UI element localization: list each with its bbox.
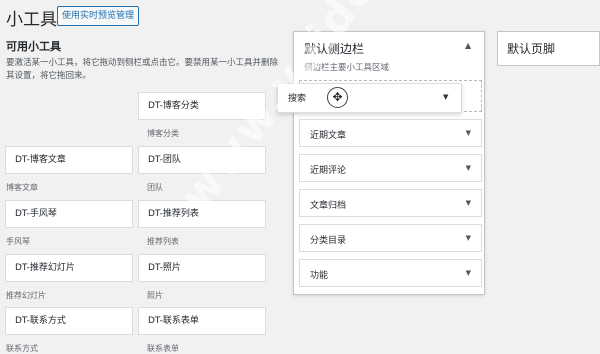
widget-desc: 博客分类: [147, 129, 179, 138]
widget-desc: 联系方式: [6, 344, 38, 353]
move-cursor-icon: ✥: [327, 87, 348, 108]
widget-desc: 推荐幻灯片: [6, 291, 46, 300]
sidebar-widget-label: 功能: [310, 271, 329, 281]
dragging-widget-label: 搜索: [288, 94, 307, 104]
triangle-down-icon[interactable]: ▼: [466, 234, 471, 242]
widget-dt-blog-category[interactable]: DT-博客分类: [138, 92, 266, 120]
widget-dt-recommend-slides[interactable]: DT-推荐幻灯片: [5, 254, 133, 282]
widget-desc: 博客文章: [6, 183, 38, 192]
widget-desc: 推荐列表: [147, 237, 179, 246]
widget-desc: 团队: [147, 183, 163, 192]
widget-dt-contact-info[interactable]: DT-联系方式: [5, 307, 133, 335]
available-widgets-title: 可用小工具: [6, 40, 61, 53]
widget-dt-recommend-list[interactable]: DT-推荐列表: [138, 200, 266, 228]
triangle-down-icon[interactable]: ▼: [466, 129, 471, 137]
sidebar-widget-categories[interactable]: 分类目录 ▼: [299, 224, 482, 252]
triangle-down-icon[interactable]: ▼: [466, 164, 471, 172]
sidebar-widget-label: 分类目录: [310, 236, 347, 246]
sidebar-widget-archives[interactable]: 文章归档 ▼: [299, 189, 482, 217]
widget-desc: 照片: [147, 291, 163, 300]
footer-title[interactable]: 默认页脚: [507, 40, 555, 57]
page-title: 小工具: [6, 10, 57, 30]
triangle-down-icon[interactable]: ▼: [443, 93, 448, 101]
widget-dt-photo[interactable]: DT-照片: [138, 254, 266, 282]
widget-dt-team[interactable]: DT-团队: [138, 146, 266, 174]
sidebar-widget-recent-posts[interactable]: 近期文章 ▼: [299, 119, 482, 147]
widget-desc: 手风琴: [6, 237, 30, 246]
available-widgets-description: 要激活某一小工具，将它拖动到侧栏或点击它。要禁用某一小工具并删除其设置，将它拖回…: [6, 58, 279, 81]
widget-dt-blog-posts[interactable]: DT-博客文章: [5, 146, 133, 174]
sidebar-widget-meta[interactable]: 功能 ▼: [299, 259, 482, 287]
sidebar-widget-label: 近期评论: [310, 166, 347, 176]
triangle-up-icon[interactable]: ▲: [465, 41, 471, 50]
manage-live-preview-button[interactable]: 使用实时预览管理: [57, 6, 140, 26]
triangle-down-icon[interactable]: ▼: [466, 199, 471, 207]
triangle-down-icon[interactable]: ▼: [466, 269, 471, 277]
sidebar-description: 侧边栏主要小工具区域: [304, 63, 390, 73]
widget-desc: 联系表单: [147, 344, 179, 353]
sidebar-widget-recent-comments[interactable]: 近期评论 ▼: [299, 154, 482, 182]
widget-dt-accordion[interactable]: DT-手风琴: [5, 200, 133, 228]
sidebar-title[interactable]: 默认侧边栏: [304, 40, 364, 57]
sidebar-widget-label: 近期文章: [310, 131, 347, 141]
sidebar-widget-label: 文章归档: [310, 201, 347, 211]
widget-dt-contact-form[interactable]: DT-联系表单: [138, 307, 266, 335]
